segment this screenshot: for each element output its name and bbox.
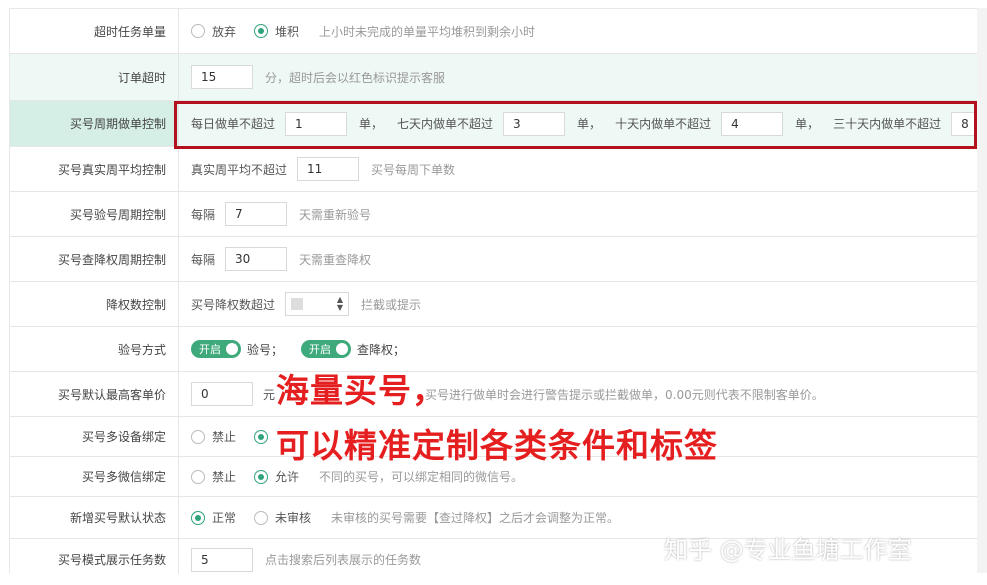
radio-circle-icon (254, 510, 269, 525)
radio-abandon[interactable]: 放弃 (191, 23, 236, 40)
watermark: 知乎 @专业鱼塘工作室 (664, 536, 912, 564)
value-placeholder-icon (291, 298, 304, 310)
stepper-arrows-icon[interactable]: ▲ ▼ (337, 296, 343, 312)
toggle-knob-icon (226, 343, 238, 355)
field-hint: 不同的买号，可以绑定相同的微信号。 (319, 470, 524, 484)
toggle-knob-icon (336, 343, 349, 355)
field-label: 订单超时 (10, 54, 179, 100)
field-label: 验号方式 (10, 327, 179, 371)
field-hint: 上小时未完成的单量平均堆积到剩余小时 (319, 24, 536, 39)
row-verify-cycle: 买号验号周期控制 每隔 7 天需重新验号 (10, 192, 987, 237)
field-label: 超时任务单量 (10, 9, 179, 53)
radio-circle-icon (191, 24, 205, 38)
order-timeout-input[interactable]: 15 (191, 65, 253, 89)
field-hint: 天需重查降权 (299, 252, 372, 267)
downgrade-cycle-input[interactable]: 30 (225, 247, 288, 271)
row-downgrade-count-control: 降权数控制 买号降权数超过 ▲ ▼ 拦截或提示 (10, 282, 987, 327)
downgrade-count-stepper[interactable]: ▲ ▼ (285, 292, 350, 316)
row-real-weekly-average: 买号真实周平均控制 真实周平均不超过 11 买号每周下单数 (10, 147, 987, 192)
field-prefix: 每隔 (191, 207, 216, 222)
field-label: 买号真实周平均控制 (10, 147, 179, 191)
field-hint: 点击搜索后列表展示的任务数 (265, 553, 422, 567)
radio-accumulate[interactable]: 堆积 (254, 23, 299, 40)
field-prefix: 每隔 (191, 252, 216, 267)
radio-allow[interactable] (254, 429, 275, 444)
max-price-input[interactable]: 0 (191, 382, 253, 406)
radio-normal[interactable]: 正常 (191, 509, 236, 526)
radio-unreviewed[interactable]: 未审核 (254, 509, 311, 526)
field-hint: 买号进行做单时会进行警告提示或拦截做单，0.00元则代表不限制客单价。 (425, 387, 824, 402)
radio-checked-icon (254, 429, 269, 444)
row-order-timeout: 订单超时 15 分，超时后会以红色标识提示客服 (10, 54, 987, 101)
field-hint: 天需重新验号 (299, 207, 372, 222)
field-label: 买号模式展示任务数 (10, 539, 179, 574)
radio-checked-icon (254, 24, 269, 38)
field-prefix: 买号降权数超过 (191, 297, 276, 312)
toggle-label: 验号； (247, 342, 284, 357)
settings-form: 超时任务单量 放弃 堆积 上小时未完成的单量平均堆积到剩余小时 订单超时 15 … (9, 8, 987, 574)
field-label: 买号多微信绑定 (10, 457, 179, 496)
field-hint: 拦截或提示 (361, 297, 422, 312)
row-downgrade-check-cycle: 买号查降权周期控制 每隔 30 天需重查降权 (10, 237, 987, 282)
row-verify-method: 验号方式 开启 验号； 开启 查降权； (10, 327, 987, 372)
radio-forbid[interactable]: 禁止 (191, 468, 236, 485)
verify-toggle[interactable]: 开启 (191, 340, 241, 358)
overlay-caption-line1: 海量买号， (276, 371, 446, 410)
field-label: 买号默认最高客单价 (10, 372, 179, 416)
field-label: 买号验号周期控制 (10, 192, 179, 236)
field-label: 新增买号默认状态 (10, 497, 179, 538)
field-label: 买号多设备绑定 (10, 417, 179, 456)
radio-circle-icon (191, 469, 205, 484)
radio-checked-icon (191, 510, 205, 525)
field-hint: 分，超时后会以红色标识提示客服 (265, 70, 446, 85)
task-count-input[interactable]: 5 (191, 547, 253, 572)
downgrade-check-toggle[interactable]: 开启 (301, 340, 352, 358)
highlight-box (174, 101, 977, 149)
verify-cycle-input[interactable]: 7 (225, 202, 288, 226)
field-label: 买号周期做单控制 (10, 101, 179, 146)
overlay-caption-line2: 可以精准定制各类条件和标签 (276, 426, 718, 465)
row-timeout-task-quantity: 超时任务单量 放弃 堆积 上小时未完成的单量平均堆积到剩余小时 (10, 9, 987, 54)
weekly-average-input[interactable]: 11 (297, 157, 360, 181)
unit-label: 元 (263, 387, 276, 402)
radio-circle-icon (191, 429, 205, 444)
field-label: 降权数控制 (10, 282, 179, 326)
toggle-label: 查降权； (357, 342, 406, 357)
row-max-unit-price: 买号默认最高客单价 0 元 买号进行做单时会进行警告提示或拦截做单，0.00元则… (10, 372, 987, 417)
radio-allow[interactable]: 允许 (254, 468, 299, 485)
scrollbar-track[interactable] (977, 8, 987, 573)
radio-checked-icon (254, 469, 269, 484)
field-label: 买号查降权周期控制 (10, 237, 179, 281)
field-prefix: 真实周平均不超过 (191, 162, 288, 177)
field-hint: 未审核的买号需要【查过降权】之后才会调整为正常。 (331, 511, 620, 525)
radio-forbid[interactable]: 禁止 (191, 428, 236, 445)
field-hint: 买号每周下单数 (371, 162, 456, 177)
